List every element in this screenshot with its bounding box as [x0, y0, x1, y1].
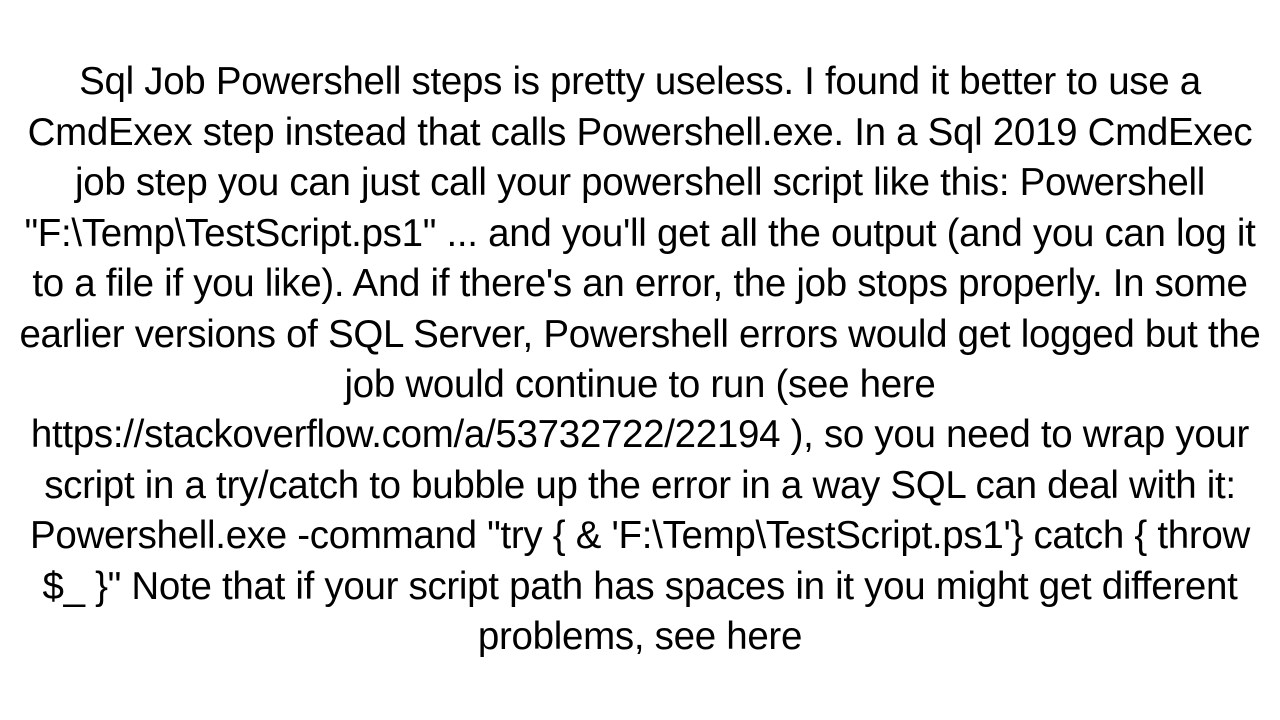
document-body: Sql Job Powershell steps is pretty usele… [10, 57, 1270, 662]
paragraph-text: Sql Job Powershell steps is pretty usele… [19, 60, 1260, 658]
